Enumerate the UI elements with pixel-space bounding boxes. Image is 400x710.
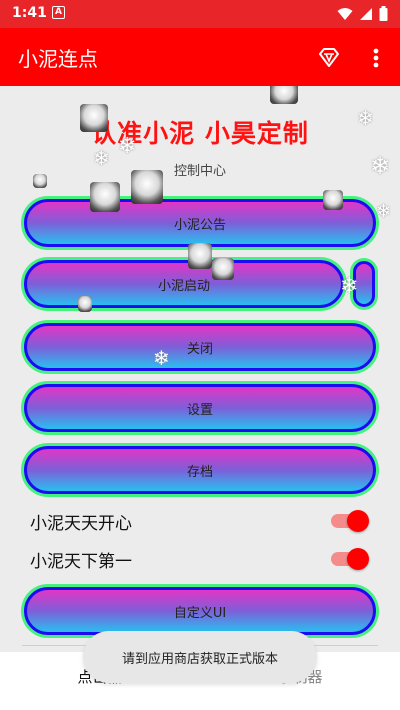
snowflake-icon: ❄ — [376, 201, 392, 222]
status-bar: 1:41 A — [0, 0, 400, 28]
toggle-label-first: 小泥天下第一 — [30, 552, 132, 572]
main-content[interactable]: 认准小泥 小昊定制 控制中心 小泥公告 小泥启动 关闭 设置 存档 小泥天天开心… — [0, 86, 400, 652]
signal-icon — [360, 7, 372, 20]
close-button[interactable]: 关闭 — [24, 323, 376, 371]
sprite-decoration — [212, 258, 234, 280]
snowflake-icon: ❄ — [340, 274, 359, 299]
toast-text: 请到应用商店获取正式版本 — [121, 651, 278, 667]
diamond-button[interactable] — [315, 44, 343, 72]
settings-button[interactable]: 设置 — [24, 384, 376, 432]
switch-knob — [347, 548, 369, 570]
diamond-icon — [319, 48, 339, 67]
announcement-button-label: 小泥公告 — [173, 217, 226, 233]
save-button[interactable]: 存档 — [24, 446, 376, 494]
sprite-decoration — [131, 170, 163, 204]
save-button-label: 存档 — [186, 464, 213, 480]
more-vert-icon — [373, 48, 379, 68]
toggle-row-happy: 小泥天天开心 — [30, 506, 370, 536]
section-subtitle: 控制中心 — [173, 164, 226, 179]
status-icons — [337, 6, 388, 21]
snowflake-icon: ❄ — [93, 146, 110, 170]
switch-knob — [347, 510, 369, 532]
battery-icon — [379, 6, 388, 21]
sprite-decoration — [33, 174, 47, 188]
settings-button-label: 设置 — [186, 402, 213, 418]
sprite-decoration — [188, 243, 212, 269]
sprite-decoration — [270, 86, 298, 104]
more-options-button[interactable] — [364, 44, 388, 72]
app-bar: 小泥连点 — [0, 28, 400, 86]
toggle-row-first: 小泥天下第一 — [30, 544, 370, 574]
notification-icon: A — [52, 6, 65, 19]
wifi-icon — [337, 7, 353, 20]
snowflake-icon: ❄ — [153, 346, 170, 370]
custom-ui-button-label: 自定义UI — [173, 605, 227, 621]
toast-message: 请到应用商店获取正式版本 — [83, 631, 317, 683]
close-button-label: 关闭 — [186, 341, 213, 357]
custom-ui-button[interactable]: 自定义UI — [24, 587, 376, 635]
status-time: 1:41 — [12, 5, 47, 21]
start-button-label: 小泥启动 — [157, 278, 210, 294]
headline: 认准小泥 小昊定制 — [91, 119, 309, 148]
sprite-decoration — [90, 182, 120, 212]
snowflake-icon: ❄ — [118, 134, 137, 159]
sprite-decoration — [78, 296, 92, 312]
toggle-switch-first[interactable] — [331, 548, 369, 570]
sprite-decoration — [323, 190, 343, 210]
snowflake-icon: ❄ — [370, 152, 391, 180]
start-button[interactable]: 小泥启动 — [24, 260, 344, 308]
snowflake-icon: ❄ — [357, 106, 374, 130]
toggle-switch-happy[interactable] — [331, 510, 369, 532]
sprite-decoration — [80, 104, 108, 132]
app-title: 小泥连点 — [18, 47, 98, 71]
toggle-label-happy: 小泥天天开心 — [30, 514, 132, 534]
